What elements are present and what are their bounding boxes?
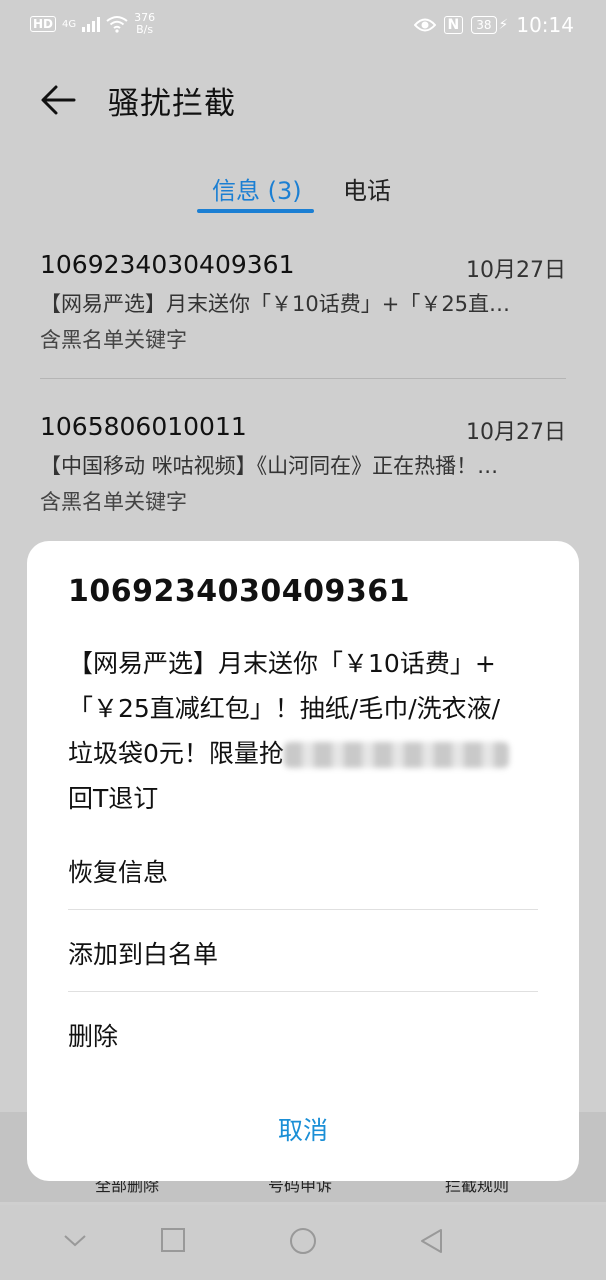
page-title: 骚扰拦截 bbox=[108, 86, 236, 122]
status-left: HD 4G 376 B/s bbox=[30, 12, 155, 36]
tab-calls[interactable]: 电话 bbox=[343, 171, 391, 206]
eye-icon bbox=[413, 18, 436, 32]
wifi-icon bbox=[106, 16, 128, 33]
message-line: 回T退订 bbox=[68, 784, 159, 813]
dialog-title: 1069234030409361 bbox=[68, 574, 410, 609]
signal-icon bbox=[82, 16, 101, 32]
list-item[interactable]: 1065806010011 10月27日 【中国移动 咪咕视频】《山河同在》正在… bbox=[40, 412, 566, 522]
status-bar: HD 4G 376 B/s N 38 ⚡ 10:14 bbox=[0, 0, 606, 52]
message-date: 10月27日 bbox=[466, 420, 566, 445]
cancel-button[interactable]: 取消 bbox=[27, 1111, 579, 1147]
message-preview: 【中国移动 咪咕视频】《山河同在》正在热播！… bbox=[40, 454, 499, 478]
app-bar: 骚扰拦截 bbox=[0, 60, 606, 140]
dialog-message-body: 【网易严选】月末送你「￥10话费」+ 「￥25直减红包」！抽纸/毛巾/洗衣液/ … bbox=[68, 641, 548, 821]
dialog-divider bbox=[68, 991, 538, 992]
home-circle-icon[interactable] bbox=[289, 1227, 317, 1255]
sender-number: 1065806010011 bbox=[40, 412, 247, 441]
clock: 10:14 bbox=[516, 13, 574, 37]
message-detail-dialog: 1069234030409361 【网易严选】月末送你「￥10话费」+ 「￥25… bbox=[27, 541, 579, 1181]
back-arrow-icon[interactable] bbox=[38, 80, 78, 120]
hd-badge: HD bbox=[30, 16, 57, 32]
battery-icon: 38 bbox=[471, 16, 497, 34]
system-nav-bar bbox=[0, 1205, 606, 1280]
chevron-down-icon[interactable] bbox=[63, 1233, 87, 1249]
status-right: N 38 ⚡ 10:14 bbox=[413, 13, 574, 37]
network-type: 4G bbox=[62, 18, 77, 30]
nfc-icon: N bbox=[443, 16, 464, 34]
message-preview: 【网易严选】月末送你「￥10话费」+「￥25直… bbox=[40, 292, 511, 316]
add-to-whitelist-button[interactable]: 添加到白名单 bbox=[68, 935, 218, 971]
block-reason: 含黑名单关键字 bbox=[40, 490, 187, 514]
message-line-redacted: 垃圾袋0元！限量抢 bbox=[68, 731, 548, 776]
tab-messages[interactable]: 信息 (3) bbox=[212, 171, 302, 206]
list-divider bbox=[40, 378, 566, 379]
restore-message-button[interactable]: 恢复信息 bbox=[68, 853, 168, 889]
sender-number: 1069234030409361 bbox=[40, 250, 295, 279]
block-reason: 含黑名单关键字 bbox=[40, 328, 187, 352]
delete-button[interactable]: 删除 bbox=[68, 1017, 118, 1053]
redacted-blur bbox=[283, 742, 509, 768]
message-line: 【网易严选】月末送你「￥10话费」+ bbox=[68, 649, 496, 678]
dialog-divider bbox=[68, 909, 538, 910]
message-date: 10月27日 bbox=[466, 258, 566, 283]
message-line: 「￥25直减红包」！抽纸/毛巾/洗衣液/ bbox=[68, 694, 501, 723]
tab-bar: 信息 (3) 电话 bbox=[0, 165, 606, 215]
tab-indicator bbox=[197, 209, 314, 213]
recents-square-icon[interactable] bbox=[160, 1227, 186, 1253]
message-line: 垃圾袋0元！限量抢 bbox=[68, 739, 284, 768]
speed-unit: B/s bbox=[136, 23, 154, 36]
network-speed: 376 B/s bbox=[134, 12, 155, 36]
back-triangle-icon[interactable] bbox=[419, 1227, 445, 1255]
list-item[interactable]: 1069234030409361 10月27日 【网易严选】月末送你「￥10话费… bbox=[40, 250, 566, 360]
charging-icon: ⚡ bbox=[498, 17, 509, 33]
